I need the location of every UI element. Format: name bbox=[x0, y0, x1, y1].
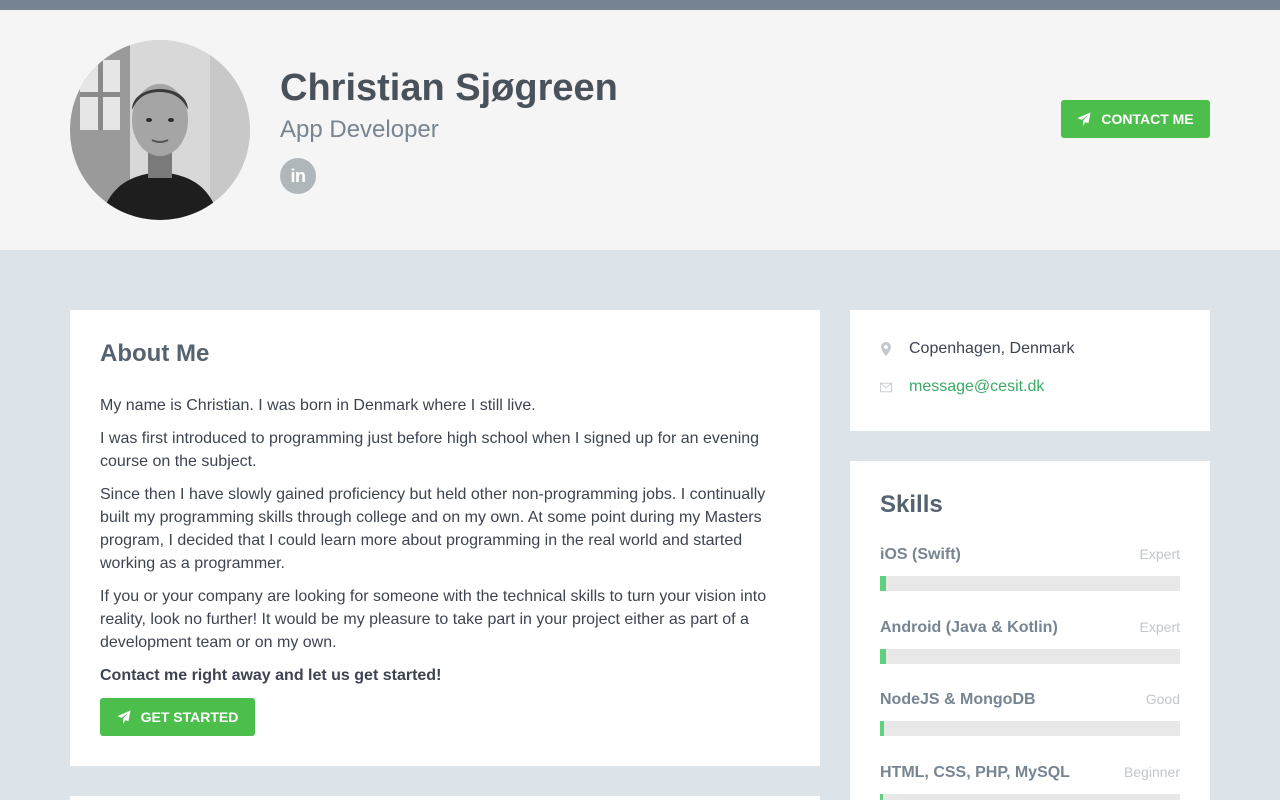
location-row: Copenhagen, Denmark bbox=[880, 340, 1074, 358]
about-title: About Me bbox=[100, 340, 210, 367]
profile-header: Christian Sjøgreen App Developer in CONT… bbox=[0, 10, 1280, 250]
skill-name: NodeJS & MongoDB bbox=[880, 691, 1036, 708]
skill-name: HTML, CSS, PHP, MySQL bbox=[880, 764, 1070, 781]
about-body: My name is Christian. I was born in Denm… bbox=[100, 394, 780, 697]
skills-card: Skills iOS (Swift) Expert Android (Java … bbox=[850, 461, 1210, 800]
about-paragraph: Since then I have slowly gained proficie… bbox=[100, 486, 766, 572]
location-text: Copenhagen, Denmark bbox=[909, 340, 1075, 357]
profile-photo bbox=[70, 40, 250, 220]
get-started-label: GET STARTED bbox=[140, 709, 239, 725]
about-paragraph: My name is Christian. I was born in Denm… bbox=[100, 397, 536, 414]
skill-level: Expert bbox=[1139, 619, 1180, 635]
skill-progress-bar bbox=[880, 721, 1180, 736]
skill-level: Expert bbox=[1139, 546, 1180, 562]
envelope-icon bbox=[880, 382, 892, 393]
contact-me-button[interactable]: CONTACT ME bbox=[1061, 100, 1210, 138]
skill-progress-bar bbox=[880, 576, 1180, 591]
map-marker-icon bbox=[880, 342, 892, 356]
skill-progress-fill bbox=[880, 721, 884, 736]
next-section-card bbox=[70, 796, 820, 800]
skill-progress-bar bbox=[880, 649, 1180, 664]
get-started-button[interactable]: GET STARTED bbox=[100, 698, 255, 736]
linkedin-icon-label: in bbox=[290, 165, 307, 186]
profile-tagline: App Developer bbox=[280, 116, 439, 143]
contact-me-label: CONTACT ME bbox=[1101, 111, 1194, 127]
linkedin-icon[interactable]: in bbox=[280, 158, 316, 194]
skill-name: Android (Java & Kotlin) bbox=[880, 619, 1058, 636]
skill-level: Good bbox=[1145, 691, 1180, 707]
paper-plane-icon bbox=[1077, 112, 1091, 126]
about-paragraph: If you or your company are looking for s… bbox=[100, 588, 767, 651]
profile-name: Christian Sjøgreen bbox=[280, 67, 618, 109]
email-row[interactable]: message@cesit.dk bbox=[880, 378, 1044, 396]
paper-plane-icon bbox=[117, 710, 131, 724]
skill-level: Beginner bbox=[1123, 764, 1180, 780]
skill-progress-fill bbox=[880, 649, 886, 664]
email-link[interactable]: message@cesit.dk bbox=[909, 378, 1044, 396]
skill-progress-fill bbox=[880, 576, 886, 591]
skill-name: iOS (Swift) bbox=[880, 546, 961, 563]
about-paragraph: I was first introduced to programming ju… bbox=[100, 430, 760, 470]
skill-progress-fill bbox=[880, 794, 883, 800]
about-card: About Me My name is Christian. I was bor… bbox=[70, 310, 820, 766]
about-cta-text: Contact me right away and let us get sta… bbox=[100, 667, 442, 684]
contact-info-card: Copenhagen, Denmark message@cesit.dk bbox=[850, 310, 1210, 431]
skills-title: Skills bbox=[880, 491, 943, 518]
top-accent-bar bbox=[0, 0, 1280, 10]
skill-progress-bar bbox=[880, 794, 1180, 800]
